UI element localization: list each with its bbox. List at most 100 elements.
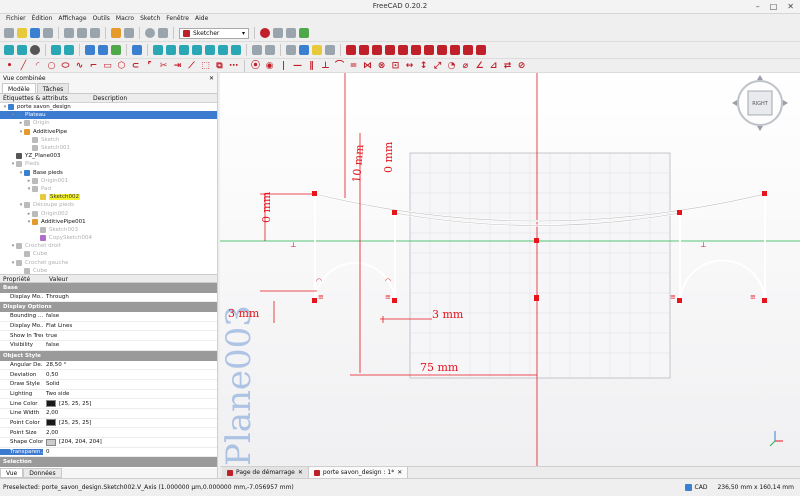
menu-outils[interactable]: Outils (90, 14, 113, 25)
conic-tool-icon[interactable]: ⬭ (60, 61, 71, 71)
macros-icon[interactable] (273, 28, 283, 38)
point-on-object-icon[interactable]: ◉ (264, 61, 275, 71)
coincident-constraint-icon[interactable]: ⦿ (250, 61, 261, 71)
polygon-tool-icon[interactable]: ⬡ (116, 61, 127, 71)
radius-constraint-icon[interactable]: ◔ (446, 61, 457, 71)
reorient-sketch-icon[interactable] (424, 45, 434, 55)
print-icon[interactable] (43, 28, 53, 38)
bounding-box-icon[interactable] (64, 45, 74, 55)
tab-modele[interactable]: Modèle (2, 83, 36, 93)
forward-icon[interactable] (98, 45, 108, 55)
parallel-constraint-icon[interactable]: ∥ (306, 61, 317, 71)
sync-view-icon[interactable] (51, 45, 61, 55)
view-right-icon[interactable] (192, 45, 202, 55)
tab-close-icon[interactable]: ✕ (298, 469, 303, 476)
navigation-style[interactable]: CAD (684, 484, 707, 491)
navigation-cube[interactable]: RIGHT (732, 75, 788, 131)
menu-fichier[interactable]: Fichier (3, 14, 29, 25)
lock-constraint-icon[interactable]: ⊡ (390, 61, 401, 71)
link-make-icon[interactable] (325, 45, 335, 55)
dimension-d3[interactable]: 10 mm (350, 143, 366, 183)
split-tool-icon[interactable]: ⟋ (186, 61, 197, 71)
view-bottom-icon[interactable] (218, 45, 228, 55)
trim-tool-icon[interactable]: ✂ (158, 61, 169, 71)
property-group[interactable]: Display Options (0, 302, 217, 313)
map-sketch-icon[interactable] (411, 45, 421, 55)
menu-aide[interactable]: Aide (192, 14, 211, 25)
view-front-icon[interactable] (166, 45, 176, 55)
toggle-active-icon[interactable]: ⊘ (516, 61, 527, 71)
property-value[interactable]: 2,00 (43, 430, 217, 436)
tree-item[interactable]: ▾ Pieds (0, 160, 217, 168)
redo-icon[interactable] (124, 28, 134, 38)
tab-taches[interactable]: Tâches (36, 83, 70, 93)
paste-icon[interactable] (90, 28, 100, 38)
color-swatch[interactable] (46, 400, 56, 408)
property-value[interactable]: 0 (43, 449, 217, 455)
property-value[interactable]: [25, 25, 25] (43, 400, 217, 408)
run-macro-icon[interactable] (299, 28, 309, 38)
tree-item[interactable]: Sketch003 (0, 226, 217, 234)
workbench-selector[interactable]: Sketcher ▾ (179, 27, 249, 39)
view-left-icon[interactable] (231, 45, 241, 55)
part-icon[interactable] (286, 45, 296, 55)
tree-item[interactable]: Sketch002 (0, 193, 217, 201)
measure-icon[interactable] (252, 45, 262, 55)
equal-constraint-icon[interactable]: = (348, 61, 359, 71)
tree-item[interactable]: Cube (0, 250, 217, 258)
measure-clear-icon[interactable] (265, 45, 275, 55)
leave-sketch-icon[interactable] (372, 45, 382, 55)
dimension-d5[interactable]: 3 mm (432, 308, 464, 321)
property-row[interactable]: Draw Style Solid (0, 380, 217, 390)
property-value[interactable]: [204, 204, 204] (43, 438, 217, 446)
point-tool-icon[interactable]: • (4, 61, 15, 71)
3d-viewport[interactable]: Plane003 0 mm 10 mm 0 mm 3 mm 3 mm 75 mm… (220, 73, 800, 466)
block-constraint-icon[interactable]: ⊗ (376, 61, 387, 71)
tree-item[interactable]: Sketch001 (0, 144, 217, 152)
angle-constraint-icon[interactable]: ∠ (474, 61, 485, 71)
property-row[interactable]: Bounding ... false (0, 312, 217, 322)
new-sketch-icon[interactable] (346, 45, 356, 55)
property-row[interactable]: Display Mo... Flat Lines (0, 322, 217, 332)
property-value[interactable]: Through (43, 294, 217, 300)
back-icon[interactable] (85, 45, 95, 55)
color-swatch[interactable] (46, 438, 56, 446)
tree-item[interactable]: ▾ AdditivePipe001 (0, 218, 217, 226)
menu-edition[interactable]: Édition (29, 14, 56, 25)
property-value[interactable]: false (43, 313, 217, 319)
sketch-canvas[interactable]: Plane003 0 mm 10 mm 0 mm 3 mm 3 mm 75 mm… (220, 73, 800, 466)
edit-sketch-icon[interactable] (359, 45, 369, 55)
tree-item[interactable]: Cube (0, 267, 217, 274)
view-top-icon[interactable] (179, 45, 189, 55)
refresh-icon[interactable] (145, 28, 155, 38)
vertical-distance-icon[interactable]: ↕ (418, 61, 429, 71)
dimension-d4[interactable]: 3 mm (228, 307, 260, 320)
property-row[interactable]: Transparen... 0 (0, 448, 217, 458)
bspline-tool-icon[interactable]: ∿ (74, 61, 85, 71)
body-icon[interactable] (299, 45, 309, 55)
color-swatch[interactable] (46, 419, 56, 427)
property-group[interactable]: Selection (0, 457, 217, 468)
arc-tool-icon[interactable]: ◜ (32, 61, 43, 71)
cut-icon[interactable] (64, 28, 74, 38)
undo-icon[interactable] (111, 28, 121, 38)
tab-vue[interactable]: Vue (0, 468, 24, 478)
close-icon[interactable]: ✕ (787, 2, 794, 11)
tree-item[interactable]: CopySketch004 (0, 234, 217, 242)
dimension-d1[interactable]: 0 mm (260, 191, 273, 223)
tree-item[interactable]: ▸ Origin002 (0, 209, 217, 217)
dimension-d6[interactable]: 75 mm (420, 361, 459, 374)
view-section-icon[interactable] (398, 45, 408, 55)
merge-sketch-icon[interactable] (450, 45, 460, 55)
property-value[interactable]: [25, 25, 25] (43, 419, 217, 427)
tree-item[interactable]: Sketch (0, 136, 217, 144)
tree-item[interactable]: ▾ Crochet gauche (0, 259, 217, 267)
property-value[interactable]: true (43, 333, 217, 339)
property-value[interactable]: false (43, 342, 217, 348)
tree-item[interactable]: YZ_Plane003 (0, 152, 217, 160)
tab-close-icon[interactable]: ✕ (397, 469, 402, 476)
perpendicular-constraint-icon[interactable]: ⊥ (320, 61, 331, 71)
property-value[interactable]: Flat Lines (43, 323, 217, 329)
toggle-driving-icon[interactable]: ⇄ (502, 61, 513, 71)
fillet-tool-icon[interactable]: ⌜ (144, 61, 155, 71)
